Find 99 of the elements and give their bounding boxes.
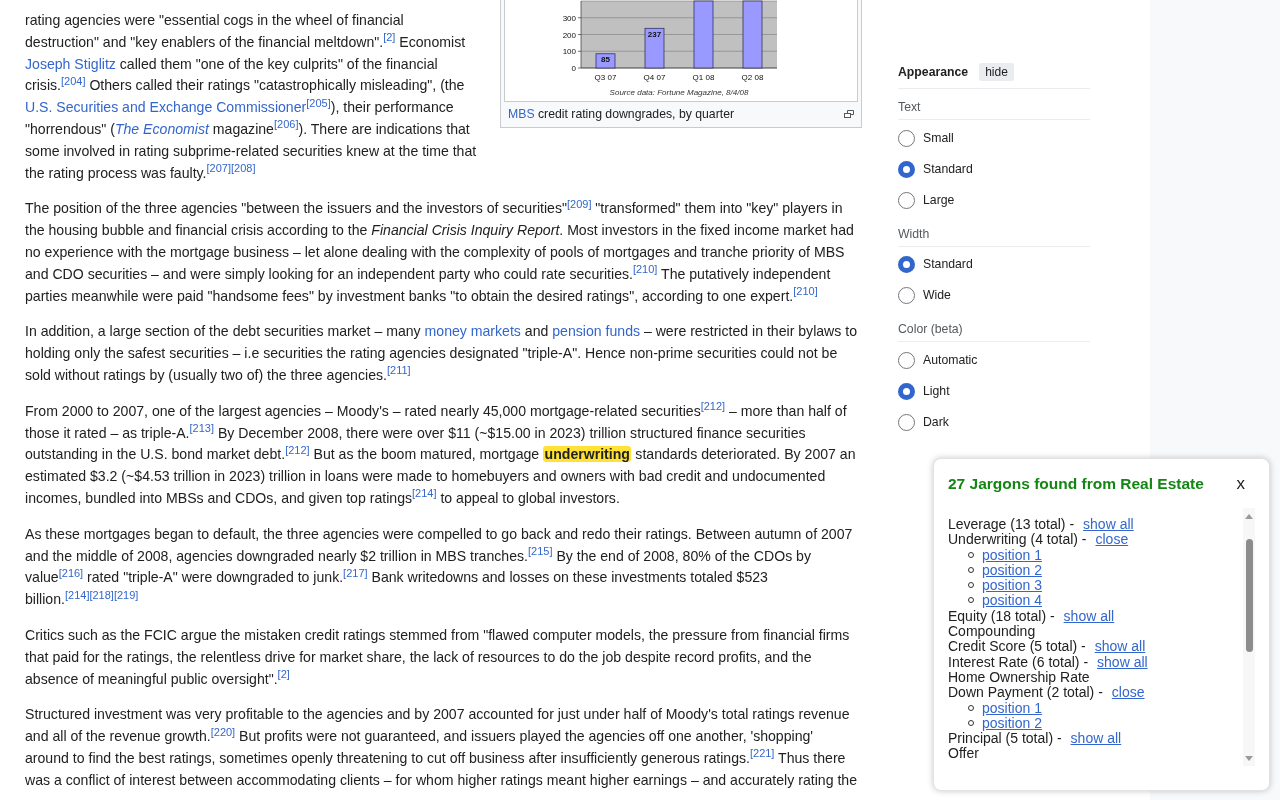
highlighted-term: underwriting bbox=[543, 446, 632, 463]
axis-tick-label: 300 bbox=[562, 13, 576, 23]
article-link[interactable]: Joseph Stiglitz bbox=[25, 55, 116, 72]
axis-category-label: Q1 08 bbox=[692, 73, 715, 82]
chart-bar bbox=[644, 27, 665, 69]
citation-link[interactable]: [214] bbox=[412, 487, 437, 500]
citation-link[interactable]: [210] bbox=[632, 263, 658, 276]
position-link[interactable]: position 4 bbox=[982, 592, 1042, 609]
scroll-down-arrow-icon[interactable] bbox=[1245, 756, 1253, 761]
article-link[interactable]: U.S. Securities and Exchange Commissioner bbox=[25, 99, 307, 116]
radio-option[interactable]: Dark bbox=[898, 406, 1090, 438]
radio-option[interactable]: Standard bbox=[898, 153, 1090, 185]
article-link[interactable]: The Economist bbox=[114, 121, 209, 137]
position-link[interactable]: position 1 bbox=[982, 699, 1042, 716]
jargon-term: Credit Score (5 total) - bbox=[948, 638, 1086, 655]
popup-title: 27 Jargons found from Real Estate bbox=[948, 476, 1204, 492]
chart-bar bbox=[742, 0, 763, 69]
radio-option[interactable]: Standard bbox=[898, 249, 1090, 280]
chart-source-note: Source data: Fortune Magazine, 8/4/08 bbox=[609, 88, 749, 97]
show-all-link[interactable]: show all bbox=[1097, 653, 1148, 670]
radio-option[interactable]: Wide bbox=[898, 280, 1090, 311]
citation-link[interactable]: [218] bbox=[89, 588, 114, 601]
citation-link[interactable]: [217] bbox=[343, 566, 368, 579]
citation-link[interactable]: [206] bbox=[273, 118, 299, 131]
citation-link[interactable]: [212] bbox=[700, 400, 726, 413]
paragraph: In addition, a large section of the debt securities market – many money markets and pension funds – were restricted in their bylaws to holding only the safest securities – i.e securities the rating agencies designated "triple-A". Hence non-prime securities could not be sold without ratings by (usually two of) the three agencies.$^{[211]}$ bbox=[25, 322, 858, 385]
close-link[interactable]: close bbox=[1095, 531, 1129, 548]
position-link[interactable]: position 1 bbox=[982, 546, 1042, 563]
scroll-up-arrow-icon[interactable] bbox=[1245, 514, 1253, 519]
data-label: 237 bbox=[647, 29, 662, 39]
close-link[interactable]: close bbox=[1111, 684, 1145, 701]
paragraph: From 2000 to 2007, one of the largest agencies – Moody's – rated nearly 45,000 mortgage-related securities$^{[212]}$ – more than half of those it rated – as triple-A.$^{[213]}$ By December 2008, there were over $11 (~$15.00 in 2023) trillion structured finance securities outstanding in the U.S. bond market debt.$^{[212]}$ But as the boom matured, mortgage underwriting standards deteriorated. By 2007 an estimated $3.2 (~$4.53 trillion in 2023) trillion in loans were made to homebuyers and owners with bad credit and undocumented incomes, bundled into MBSs and CDOs, and given top ratings$^{[214]}$ to appeal to global investors. bbox=[25, 400, 857, 508]
axis-category-label: Q2 08 bbox=[741, 73, 764, 82]
chart-bar bbox=[693, 0, 714, 69]
citation-link[interactable]: [216] bbox=[58, 566, 84, 579]
paragraph: The position of the three agencies "between the issuers and the investors of securities"$^{[209]}$ "transformed" them into "key" players in the housing bubble and financial crisis according to the Financial Crisis Inquiry Report. Most investors in the fixed income market had no experience with the mortgage business – let alone dealing with the complexity of pools of mortgages and tranche priority of MBS and CDO securities – and were simply looking for an independent party who could rate securities.$^{[210]}$ The putatively independent parties meanwhile were paid "handsome fees" by investment banks "to obtain the desired ratings", according to one expert.$^{[210]}$ bbox=[25, 198, 855, 306]
enlarge-icon[interactable] bbox=[844, 110, 854, 118]
jargon-term: Underwriting (4 total) - bbox=[948, 531, 1087, 548]
position-link[interactable]: position 3 bbox=[982, 577, 1042, 594]
article-link[interactable]: pension funds bbox=[552, 323, 640, 340]
jargon-term: Principal (5 total) - bbox=[948, 730, 1062, 747]
section-heading: Text bbox=[898, 99, 922, 116]
citation-link[interactable]: [220] bbox=[210, 725, 236, 738]
close-button[interactable]: x bbox=[1230, 476, 1251, 492]
citation-link[interactable]: [204] bbox=[61, 74, 86, 87]
figure-caption: MBS credit rating downgrades, by quarter bbox=[508, 106, 735, 122]
show-all-link[interactable]: show all bbox=[1083, 516, 1134, 532]
citation-link[interactable]: [2] bbox=[383, 31, 396, 44]
radio-icon[interactable] bbox=[898, 287, 915, 304]
radio-option[interactable]: Automatic bbox=[898, 344, 1090, 376]
axis-category-label: Q4 07 bbox=[643, 73, 666, 82]
section-heading: Width bbox=[898, 225, 931, 243]
citation-link[interactable]: [219] bbox=[113, 588, 139, 601]
axis-tick-label: 0 bbox=[571, 64, 576, 73]
paragraph: Structured investment was very profitable to the agencies and by 2007 accounted for just under half of Moody's total ratings revenue and all of the revenue growth.$^{[220]}$ But profits were not guaranteed, and issuers played the agencies off one another, 'shopping' around to find the best ratings, sometimes openly threatening to cut off business after insufficiently generous ratings.$^{[221]}$ Thus there was a conflict of interest between accommodating clients – for whom higher ratings meant higher earnings – and accurately rating the bbox=[25, 705, 858, 790]
citation-link[interactable]: [214] bbox=[64, 588, 90, 601]
citation-link[interactable]: [209] bbox=[566, 197, 592, 210]
axis-tick-label: 200 bbox=[562, 30, 576, 40]
jargon-term: Down Payment (2 total) - bbox=[948, 684, 1103, 701]
radio-icon[interactable] bbox=[898, 256, 915, 273]
radio-option[interactable]: Small bbox=[898, 122, 1090, 154]
citation-link[interactable]: [207] bbox=[206, 162, 231, 175]
citation-link[interactable]: [211] bbox=[386, 364, 411, 377]
scrollbar[interactable] bbox=[1243, 508, 1255, 766]
citation-link[interactable]: [213] bbox=[189, 422, 214, 435]
radio-option[interactable]: Light bbox=[898, 375, 1090, 407]
citation-link[interactable]: [215] bbox=[528, 545, 553, 558]
show-all-link[interactable]: show all bbox=[1094, 638, 1146, 655]
citation-link[interactable]: [205] bbox=[306, 96, 331, 109]
article-link[interactable]: MBS bbox=[508, 107, 535, 121]
jargon-term: Offer bbox=[948, 745, 979, 762]
citation-link[interactable]: [2] bbox=[277, 668, 290, 680]
citation-link[interactable]: [212] bbox=[285, 443, 310, 456]
panel-title: Appearance bbox=[898, 63, 969, 81]
jargon-term: Interest Rate (6 total) - bbox=[948, 653, 1089, 670]
scrollbar-thumb[interactable] bbox=[1245, 539, 1253, 652]
axis-tick-label: 100 bbox=[562, 47, 576, 57]
article-link[interactable]: money markets bbox=[424, 323, 521, 340]
section-heading: Color (beta) bbox=[898, 321, 964, 338]
radio-option[interactable]: Large bbox=[898, 184, 1090, 216]
chart-bar bbox=[595, 53, 616, 69]
citation-link[interactable]: [208] bbox=[230, 162, 256, 175]
jargon-term: Compounding bbox=[948, 623, 1036, 640]
axis-category-label: Q3 07 bbox=[594, 73, 617, 82]
radio-icon[interactable] bbox=[898, 129, 915, 147]
radio-icon[interactable] bbox=[898, 413, 915, 431]
show-all-link[interactable]: show all bbox=[1070, 730, 1122, 747]
radio-icon[interactable] bbox=[898, 160, 915, 178]
radio-icon[interactable] bbox=[898, 351, 915, 369]
citation-link[interactable]: [221] bbox=[749, 747, 775, 760]
citation-link[interactable]: [210] bbox=[793, 285, 818, 298]
jargon-term: Equity (18 total) - bbox=[948, 607, 1055, 624]
show-all-link[interactable]: show all bbox=[1063, 607, 1115, 624]
jargon-term: Leverage (13 total) - bbox=[948, 516, 1075, 532]
radio-icon[interactable] bbox=[898, 382, 915, 400]
hide-button[interactable]: hide bbox=[979, 63, 1014, 81]
paragraph: Critics such as the FCIC argue the mistaken credit ratings stemmed from "flawed computer models, the pressure from financial firms that paid for the ratings, the relentless drive for market share, the lack of resources to do the job despite record profits, and the absence of meaningful public oversight".$^{[2]}$ bbox=[25, 625, 851, 689]
radio-icon[interactable] bbox=[898, 191, 915, 209]
data-label: 85 bbox=[601, 55, 610, 65]
